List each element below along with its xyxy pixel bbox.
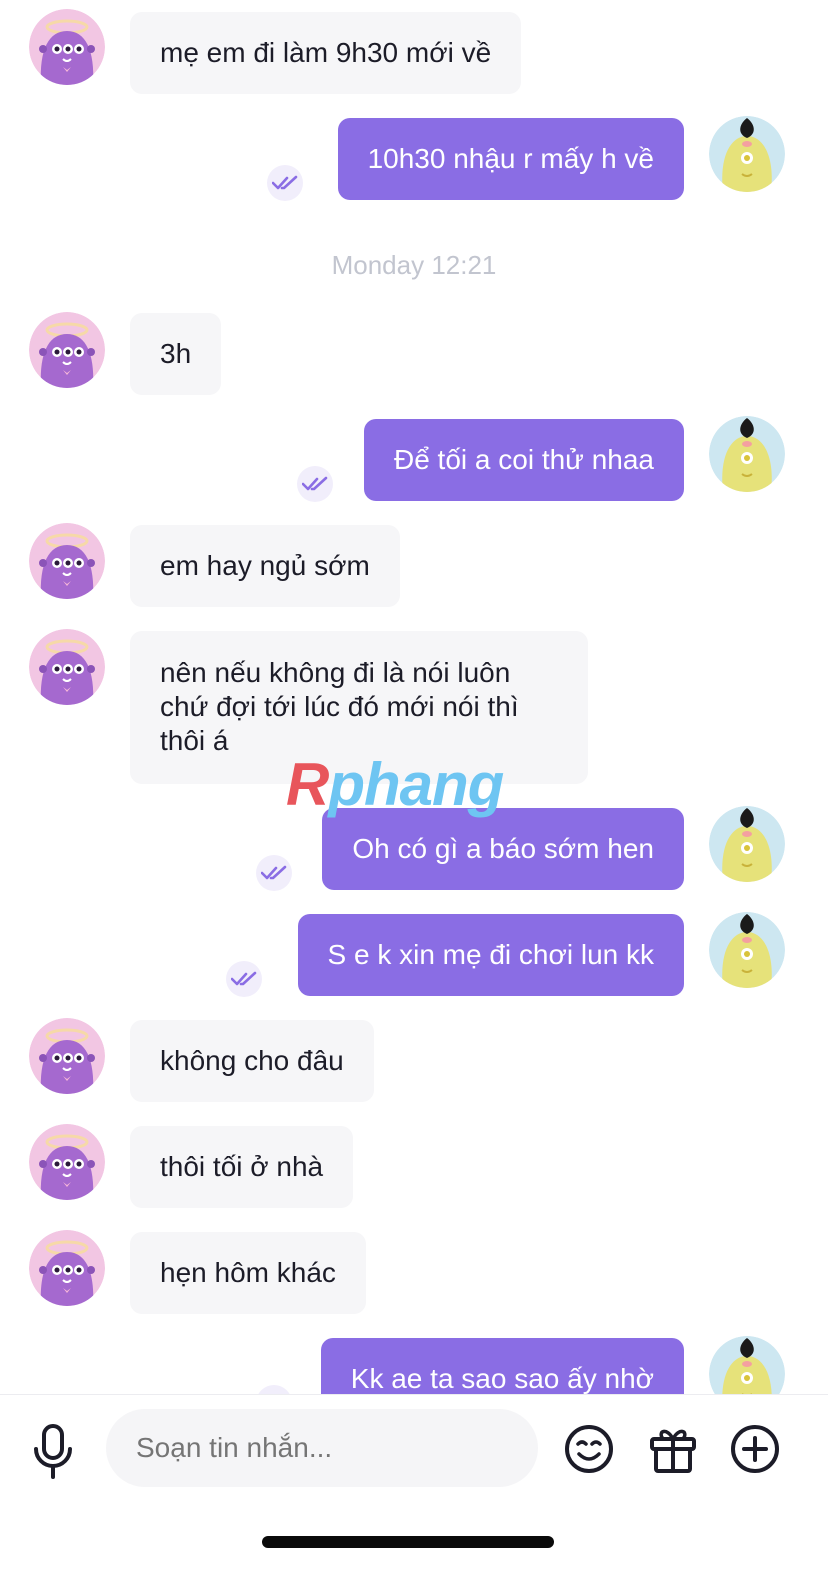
home-indicator[interactable] bbox=[262, 1536, 554, 1548]
user-avatar[interactable] bbox=[709, 416, 785, 492]
outgoing-message[interactable]: Để tối a coi thử nhaa bbox=[363, 419, 684, 501]
outgoing-message[interactable]: S e k xin mẹ đi chơi lun kk bbox=[297, 914, 684, 996]
incoming-message[interactable]: thôi tối ở nhà bbox=[130, 1126, 354, 1208]
message-composer bbox=[0, 1394, 828, 1595]
read-double-check-icon bbox=[226, 961, 262, 997]
outgoing-message[interactable]: Oh có gì a báo sớm hen bbox=[322, 808, 684, 890]
outgoing-message[interactable]: Kk ae ta sao sao ấy nhờ bbox=[320, 1338, 684, 1394]
user-avatar[interactable] bbox=[709, 806, 785, 882]
contact-avatar[interactable] bbox=[29, 1124, 105, 1200]
incoming-message[interactable]: em hay ngủ sớm bbox=[130, 525, 400, 607]
incoming-message[interactable]: 3h bbox=[130, 313, 222, 395]
incoming-message[interactable]: hẹn hôm khác bbox=[130, 1232, 366, 1314]
incoming-message[interactable]: nên nếu không đi là nói luôn chứ đợi tới… bbox=[130, 631, 588, 784]
outgoing-message[interactable]: 10h30 nhậu r mấy h về bbox=[337, 118, 684, 200]
message-input[interactable] bbox=[106, 1409, 538, 1487]
contact-avatar[interactable] bbox=[29, 523, 105, 599]
contact-avatar[interactable] bbox=[29, 1230, 105, 1306]
chat-thread[interactable]: mẹ em đi làm 9h30 mới về 10h30 nhậu r mấ… bbox=[0, 0, 828, 1394]
contact-avatar[interactable] bbox=[29, 312, 105, 388]
user-avatar[interactable] bbox=[709, 1336, 785, 1394]
read-double-check-icon bbox=[256, 1385, 292, 1394]
contact-avatar[interactable] bbox=[29, 9, 105, 85]
read-double-check-icon bbox=[267, 165, 303, 201]
user-avatar[interactable] bbox=[709, 116, 785, 192]
microphone-icon[interactable] bbox=[30, 1423, 76, 1481]
day-timestamp: Monday 12:21 bbox=[331, 250, 497, 280]
add-circle-icon[interactable] bbox=[729, 1423, 781, 1475]
read-double-check-icon bbox=[256, 855, 292, 891]
emoji-icon[interactable] bbox=[563, 1423, 615, 1475]
incoming-message[interactable]: mẹ em đi làm 9h30 mới về bbox=[130, 12, 522, 94]
gift-icon[interactable] bbox=[647, 1423, 699, 1475]
read-double-check-icon bbox=[297, 466, 333, 502]
incoming-message[interactable]: không cho đâu bbox=[130, 1020, 374, 1102]
contact-avatar[interactable] bbox=[29, 629, 105, 705]
contact-avatar[interactable] bbox=[29, 1018, 105, 1094]
user-avatar[interactable] bbox=[709, 912, 785, 988]
